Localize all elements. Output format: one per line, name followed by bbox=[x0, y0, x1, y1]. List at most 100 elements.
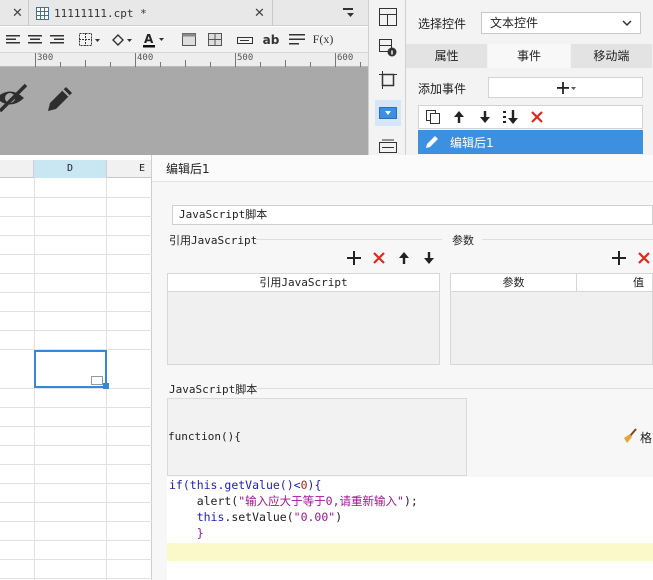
textbox-icon[interactable] bbox=[232, 29, 258, 51]
align-left-icon[interactable] bbox=[2, 29, 24, 51]
remove-param-icon[interactable] bbox=[635, 249, 653, 267]
ref-js-section-label: 引用JavaScript bbox=[169, 234, 258, 247]
code-token: .getValue()< bbox=[217, 478, 301, 492]
grid-line bbox=[0, 445, 152, 446]
fill-handle[interactable] bbox=[103, 383, 109, 389]
remove-ref-icon[interactable] bbox=[370, 249, 388, 267]
widget-select-value: 文本控件 bbox=[490, 16, 539, 30]
grid-line bbox=[0, 292, 152, 293]
move-down-icon[interactable] bbox=[475, 107, 495, 127]
ruler-label: 500 bbox=[237, 53, 254, 63]
params-table[interactable]: 参数 值 bbox=[450, 273, 653, 365]
params-section-label: 参数 bbox=[452, 234, 474, 247]
script-type-select[interactable]: JavaScript脚本 bbox=[172, 205, 653, 225]
code-token: this bbox=[189, 478, 218, 492]
code-token: ){ bbox=[307, 478, 322, 492]
section-divider bbox=[482, 239, 653, 240]
format-code-button[interactable]: 格 bbox=[622, 428, 652, 447]
edit-event-icon bbox=[424, 134, 440, 150]
align-right-icon[interactable] bbox=[46, 29, 68, 51]
tab-mobile[interactable]: 移动端 bbox=[570, 44, 653, 68]
ruler-ticks bbox=[35, 53, 361, 67]
broom-icon bbox=[622, 428, 638, 447]
ruler-label: 600 bbox=[337, 53, 354, 63]
frame-icon[interactable] bbox=[375, 67, 401, 93]
fill-color-icon[interactable] bbox=[106, 29, 138, 51]
add-event-label: 添加事件 bbox=[418, 82, 467, 96]
widget-select[interactable]: 文本控件 bbox=[481, 12, 641, 34]
font-color-icon[interactable]: A bbox=[138, 29, 170, 51]
layout-icon[interactable] bbox=[375, 4, 401, 30]
table-file-icon bbox=[36, 6, 49, 20]
params-column-name: 参数 bbox=[451, 274, 577, 291]
grid-line bbox=[0, 502, 152, 503]
add-param-icon[interactable] bbox=[610, 249, 628, 267]
column-header-d[interactable]: D bbox=[34, 160, 107, 178]
code-token: ) bbox=[335, 510, 343, 524]
dialog-titlebar bbox=[152, 155, 653, 182]
add-ref-icon[interactable] bbox=[345, 249, 363, 267]
add-event-button[interactable] bbox=[488, 77, 643, 98]
delete-icon[interactable] bbox=[527, 107, 547, 127]
grid-line bbox=[0, 235, 152, 236]
tab-divider bbox=[272, 0, 273, 26]
params-column-value: 值 bbox=[633, 276, 644, 289]
code-token: } bbox=[169, 526, 204, 540]
grid-line bbox=[0, 330, 152, 331]
grid-line bbox=[0, 388, 152, 389]
wrap-text-icon[interactable] bbox=[284, 29, 310, 51]
move-ref-down-icon[interactable] bbox=[420, 249, 438, 267]
grid-line bbox=[0, 521, 152, 522]
text-tool-button[interactable]: ab bbox=[258, 29, 284, 51]
file-tab[interactable]: 11111111.cpt * bbox=[36, 0, 272, 26]
params-table-header: 参数 值 bbox=[451, 274, 652, 292]
border-icon[interactable] bbox=[74, 29, 106, 51]
tab-properties[interactable]: 属性 bbox=[406, 44, 489, 68]
code-token: ); bbox=[403, 494, 418, 508]
spreadsheet[interactable]: D E bbox=[0, 155, 152, 580]
code-token: 0 bbox=[300, 478, 308, 492]
format-toolbar: A ab F(x) bbox=[0, 27, 368, 53]
align-center-icon[interactable] bbox=[24, 29, 46, 51]
dropdown-widget-icon[interactable] bbox=[375, 100, 401, 126]
grid-line bbox=[0, 216, 152, 217]
formula-button[interactable]: F(x) bbox=[310, 29, 336, 51]
design-canvas[interactable] bbox=[0, 67, 368, 155]
cell-widget-marker bbox=[91, 376, 103, 385]
script-section-label: JavaScript脚本 bbox=[169, 383, 258, 396]
panel-tabs: 属性 事件 移动端 bbox=[406, 44, 653, 68]
select-widget-label: 选择控件 bbox=[418, 17, 467, 31]
svg-text:A: A bbox=[144, 32, 154, 46]
edit-pencil-icon[interactable] bbox=[44, 83, 76, 118]
code-line: alert("输入应大于等于0,请重新输入"); bbox=[169, 493, 418, 509]
tab-menu-icon[interactable] bbox=[342, 6, 356, 23]
code-token: this bbox=[196, 510, 225, 524]
column-header-cell bbox=[0, 160, 34, 178]
move-ref-up-icon[interactable] bbox=[395, 249, 413, 267]
code-line: this.setValue("0.00") bbox=[169, 509, 342, 525]
code-token: alert( bbox=[169, 494, 239, 508]
move-bottom-icon[interactable] bbox=[501, 107, 521, 127]
close-file-tab-icon[interactable]: ✕ bbox=[254, 0, 265, 26]
ref-js-table[interactable]: 引用JavaScript bbox=[167, 273, 440, 365]
merge-cells-icon[interactable] bbox=[176, 29, 202, 51]
event-list-item[interactable]: 编辑后1 bbox=[418, 130, 643, 154]
property-panel: 选择控件 文本控件 属性 事件 移动端 添加事件 编辑后1 bbox=[406, 0, 653, 155]
move-up-icon[interactable] bbox=[449, 107, 469, 127]
hidden-eye-icon[interactable] bbox=[0, 83, 30, 116]
grid-line bbox=[0, 578, 152, 579]
split-cells-icon[interactable] bbox=[202, 29, 228, 51]
tab-divider bbox=[28, 0, 29, 26]
tab-bar: ✕ 11111111.cpt * ✕ bbox=[0, 0, 368, 26]
tab-events[interactable]: 事件 bbox=[488, 44, 571, 68]
close-tab-icon[interactable]: ✕ bbox=[12, 0, 23, 26]
grid-line bbox=[0, 483, 152, 484]
grid-line bbox=[0, 197, 152, 198]
js-event-dialog: 编辑后1 JavaScript脚本 引用JavaScript 引用JavaScr… bbox=[152, 155, 653, 580]
copy-icon[interactable] bbox=[423, 107, 443, 127]
column-header-e[interactable]: E bbox=[107, 160, 152, 178]
widget-info-icon[interactable] bbox=[375, 35, 401, 61]
grid-line bbox=[0, 254, 152, 255]
function-header: function(){ bbox=[168, 430, 241, 443]
